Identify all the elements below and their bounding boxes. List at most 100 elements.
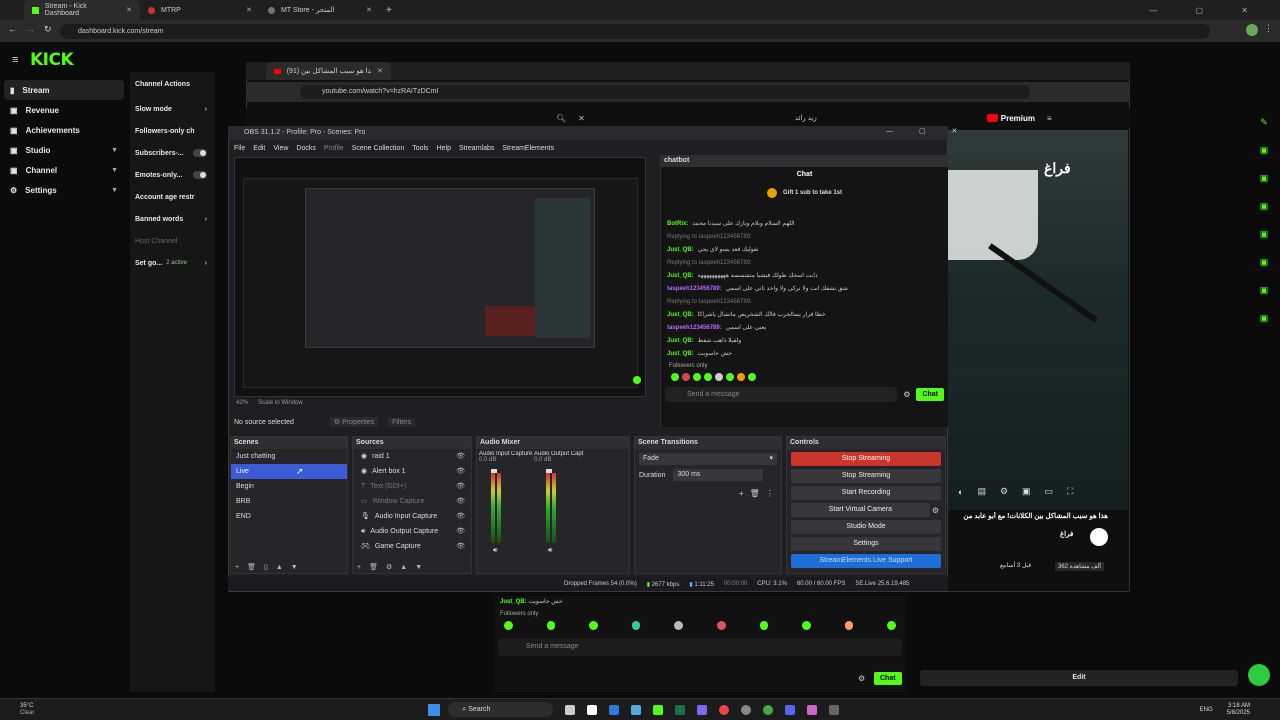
gear-icon[interactable]: ⚙ [1000, 486, 1008, 497]
edit-button[interactable]: Edit [920, 670, 1238, 686]
tray-lang[interactable]: ENG [1200, 707, 1213, 713]
settings-button[interactable]: Settings [791, 537, 941, 551]
forward-icon[interactable]: → [26, 24, 35, 34]
app-icon[interactable] [609, 704, 620, 715]
studio-mode-button[interactable]: Studio Mode [791, 520, 941, 534]
emote-icon[interactable] [704, 373, 712, 381]
app-icon[interactable] [565, 704, 576, 715]
menu-edit[interactable]: Edit [253, 145, 265, 152]
kick-chat-input[interactable]: Send a message [498, 638, 902, 656]
menu-tools[interactable]: Tools [412, 145, 428, 152]
menu-icon[interactable]: ≡ [1047, 114, 1052, 123]
filters-button[interactable]: Filters [388, 417, 416, 427]
menu-view[interactable]: View [273, 145, 288, 152]
subscribers-only-item[interactable]: Subscribers-... [130, 142, 215, 164]
down-icon[interactable]: ▼ [291, 564, 298, 571]
add-icon[interactable]: + [235, 564, 239, 571]
scene-item[interactable]: Just chatting [231, 449, 347, 464]
tool-icon[interactable]: ▣ [1254, 192, 1274, 220]
new-tab-icon[interactable]: + [386, 5, 392, 16]
app-icon[interactable] [829, 704, 840, 715]
emote-icon[interactable] [716, 621, 726, 630]
more-icon[interactable]: ⋮ [766, 489, 774, 498]
kick-logo[interactable]: KICK [30, 50, 74, 70]
trash-icon[interactable]: 🗑︎ [750, 489, 760, 498]
search-icon[interactable]: 🔍︎ [556, 114, 566, 123]
up-icon[interactable]: ▲ [276, 564, 283, 571]
slow-mode-item[interactable]: Slow mode › [130, 98, 215, 120]
close-icon[interactable]: ✕ [377, 67, 383, 75]
emote-icon[interactable] [631, 621, 641, 630]
app-icon[interactable] [653, 704, 664, 715]
source-item[interactable]: T Text (GDI+) 👁︎ [353, 479, 471, 494]
gear-icon[interactable]: ⚙ [858, 674, 865, 683]
streamelements-support-button[interactable]: StreamElements Live Support [791, 554, 941, 568]
weather-widget[interactable]: 35°C Clear [20, 703, 34, 717]
close-icon[interactable]: ✕ [246, 6, 252, 14]
chat-username[interactable]: BotRix: [667, 221, 688, 227]
chat-username[interactable]: Just_QB: [667, 312, 694, 318]
youtube-logo-icon[interactable] [986, 114, 998, 122]
eye-icon[interactable]: 👁︎ [456, 449, 465, 464]
emote-icon[interactable] [589, 621, 598, 630]
chat-settings-icon[interactable]: ⚙ [903, 390, 910, 399]
eye-icon[interactable]: 👁︎ [456, 509, 465, 524]
sidebar-item-studio[interactable]: ▣ Studio ▼ [0, 140, 128, 160]
channel-avatar[interactable] [1090, 528, 1108, 546]
kick-chat-send-button[interactable]: Chat [874, 672, 902, 685]
scale-select[interactable]: Scale to Window [258, 400, 303, 406]
add-icon[interactable]: + [357, 564, 361, 571]
emote-icon[interactable] [802, 621, 811, 630]
sidebar-item-stream[interactable]: ▮ Stream [4, 80, 124, 100]
emote-icon[interactable] [682, 373, 690, 381]
browser-tab-kick[interactable]: Stream - Kick Dashboard ✕ [24, 0, 140, 20]
app-icon[interactable] [697, 704, 708, 715]
source-item[interactable]: ◉ Alert box 1 👁︎ [353, 464, 471, 479]
emote-icon[interactable] [671, 373, 679, 381]
menu-docks[interactable]: Docks [296, 145, 315, 152]
address-bar[interactable]: dashboard.kick.com/stream [60, 24, 1210, 39]
chat-username[interactable]: Replying to taspeeh123456789: [667, 299, 752, 305]
chat-username[interactable]: Just_QB: [667, 273, 694, 279]
eye-icon[interactable]: 👁︎ [456, 524, 465, 539]
chat-username[interactable]: taspeeh123456789: [667, 325, 722, 331]
scene-item-selected[interactable]: Live [231, 464, 347, 479]
tool-icon[interactable]: ▣ [1254, 248, 1274, 276]
chat-username[interactable]: Just_QB: [667, 247, 694, 253]
tool-icon[interactable]: ▣ [1254, 304, 1274, 332]
emote-icon[interactable] [737, 373, 745, 381]
kick-chat-fab-icon[interactable] [1248, 664, 1270, 686]
up-icon[interactable]: ▲ [400, 564, 407, 571]
chat-username[interactable]: Just_QB: [667, 351, 694, 357]
toggle[interactable] [193, 149, 207, 157]
properties-button[interactable]: ⚙ Properties [329, 417, 379, 427]
youtube-address-bar[interactable]: youtube.com/watch?v=hzRAITzDCmI [300, 85, 1030, 99]
app-icon[interactable] [675, 704, 686, 715]
trash-icon[interactable]: 🗑︎ [247, 563, 256, 571]
hamburger-icon[interactable]: ≡ [12, 54, 18, 66]
channel-name[interactable]: فراغ [1060, 530, 1073, 538]
source-item[interactable]: ▭ Window Capture 👁︎ [353, 494, 471, 509]
stop-streaming-button[interactable]: Stop Streaming [791, 452, 941, 466]
youtube-tab[interactable]: هذا هو سبب المشاكل بين (91) ✕ [266, 62, 391, 80]
chat-input[interactable]: Send a message [665, 387, 898, 402]
menu-icon[interactable]: ⋮ [1264, 23, 1273, 34]
taskbar-search[interactable]: ⌕ Search [448, 702, 554, 717]
emote-icon[interactable] [887, 621, 896, 630]
eye-icon[interactable]: 👁︎ [456, 494, 465, 509]
menu-streamlabs[interactable]: Streamlabs [459, 145, 494, 152]
app-icon[interactable] [741, 704, 752, 715]
emote-icon[interactable] [726, 373, 734, 381]
toggle[interactable] [193, 171, 207, 179]
theater-icon[interactable]: ▭ [1045, 486, 1054, 497]
tray-clock[interactable]: 3:18 AM 5/8/2025 [1227, 703, 1250, 717]
app-icon[interactable] [587, 704, 598, 715]
app-icon[interactable] [807, 704, 818, 715]
gear-icon[interactable]: ⚙ [932, 506, 939, 515]
toggle-icon[interactable]: ◐ [958, 487, 963, 497]
source-item[interactable]: ◉ raid 1 👁︎ [353, 449, 471, 464]
zoom-value[interactable]: 42% [236, 400, 248, 406]
app-icon[interactable] [631, 704, 642, 715]
eye-icon[interactable]: 👁︎ [456, 479, 465, 494]
browser-tab-mtrp[interactable]: MTRP ✕ [140, 0, 260, 20]
